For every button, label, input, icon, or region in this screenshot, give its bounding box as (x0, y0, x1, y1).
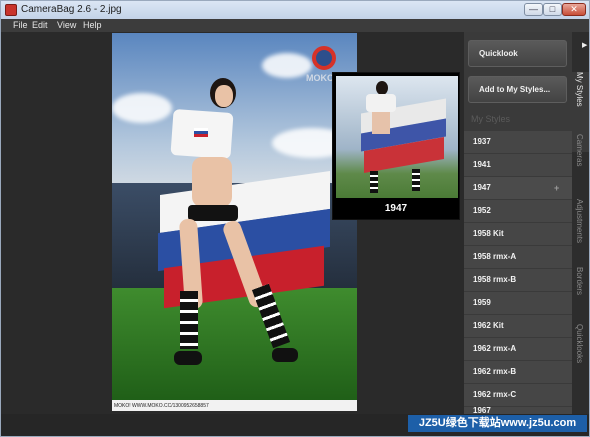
photo-model-shoe-left (174, 351, 202, 365)
style-item-1962-rmx-c[interactable]: 1962 rmx-C (464, 383, 572, 406)
menu-file[interactable]: File (13, 20, 28, 30)
menu-view[interactable]: View (57, 20, 76, 30)
style-item-1959[interactable]: 1959 (464, 291, 572, 314)
tab-quicklooks[interactable]: Quicklooks (572, 324, 589, 374)
tab-label: My Styles (575, 72, 584, 107)
moko-logo (312, 46, 336, 70)
style-preview-image (336, 76, 458, 198)
photo-model-torso (192, 157, 232, 207)
camerabag-app-icon (5, 4, 17, 16)
tab-label: Cameras (575, 134, 584, 167)
photo-model-face (215, 85, 233, 107)
main-photo: MOKO MOKO! WWW.MOKO.CC/1300952658857 (112, 33, 357, 411)
window-title: CameraBag 2.6 - 2.jpg (21, 4, 122, 15)
photo-model-shoe-right (272, 348, 298, 362)
quicklook-button[interactable]: Quicklook (468, 40, 567, 67)
photo-cloud (262, 53, 312, 78)
style-item-1962-rmx-a[interactable]: 1962 rmx-A (464, 337, 572, 360)
style-item-1937[interactable]: 1937 (464, 130, 572, 153)
tab-borders[interactable]: Borders (572, 267, 589, 309)
preview-model-top (366, 94, 396, 112)
my-styles-heading: My Styles (471, 114, 511, 124)
photo-footer-text: MOKO! WWW.MOKO.CC/1300952658857 (112, 400, 357, 411)
style-item-1947[interactable]: 1947 + (464, 176, 572, 199)
preview-model-sock-right (412, 169, 420, 191)
preview-model-torso (372, 112, 390, 134)
style-item-1967[interactable]: 1967 (464, 406, 572, 414)
tab-adjustments[interactable]: Adjustments (572, 199, 589, 261)
style-preview-label: 1947 (384, 203, 408, 214)
photo-flag-patch (194, 128, 208, 137)
tab-label: Borders (575, 267, 584, 296)
preview-model-sock-left (370, 171, 378, 193)
image-canvas: MOKO MOKO! WWW.MOKO.CC/1300952658857 194… (1, 32, 464, 414)
style-item-1958-rmx-a[interactable]: 1958 rmx-A (464, 245, 572, 268)
styles-panel: Quicklook Add to My Styles... My Styles … (464, 32, 572, 414)
menu-bar: File Edit View Help (1, 19, 589, 32)
minimize-button[interactable]: — (524, 3, 543, 16)
style-item-1958-rmx-b[interactable]: 1958 rmx-B (464, 268, 572, 291)
menu-edit[interactable]: Edit (32, 20, 48, 30)
tab-label: Adjustments (575, 199, 584, 244)
style-preview-popup: 1947 (332, 72, 460, 220)
panel-collapse-arrow-icon[interactable]: ▶ (582, 41, 587, 49)
menu-help[interactable]: Help (83, 20, 102, 30)
style-item-1962-kit[interactable]: 1962 Kit (464, 314, 572, 337)
vertical-tab-bar: My Styles Cameras Adjustments Borders Qu… (572, 32, 589, 414)
tab-cameras[interactable]: Cameras (572, 134, 589, 182)
style-item-label: 1947 (473, 183, 491, 192)
style-item-1941[interactable]: 1941 (464, 153, 572, 176)
style-item-1958-kit[interactable]: 1958 Kit (464, 222, 572, 245)
photo-model-sock-left (180, 291, 198, 349)
close-button[interactable]: ✕ (562, 3, 586, 16)
watermark-banner: JZ5U绿色下载站www.jz5u.com (408, 415, 587, 432)
add-style-plus-icon[interactable]: + (554, 177, 559, 199)
photo-cloud (112, 93, 172, 123)
photo-grass (112, 288, 357, 403)
style-item-1952[interactable]: 1952 (464, 199, 572, 222)
preview-model-head (376, 81, 388, 95)
photo-model-shorts (188, 205, 238, 221)
maximize-button[interactable]: □ (543, 3, 562, 16)
moko-logo-text: MOKO (306, 73, 334, 83)
tab-label: Quicklooks (575, 324, 584, 364)
style-item-1962-rmx-b[interactable]: 1962 rmx-B (464, 360, 572, 383)
add-to-my-styles-button[interactable]: Add to My Styles... (468, 76, 567, 103)
title-bar: CameraBag 2.6 - 2.jpg — □ ✕ (1, 1, 589, 19)
app-window: CameraBag 2.6 - 2.jpg — □ ✕ File Edit Vi… (0, 0, 590, 437)
